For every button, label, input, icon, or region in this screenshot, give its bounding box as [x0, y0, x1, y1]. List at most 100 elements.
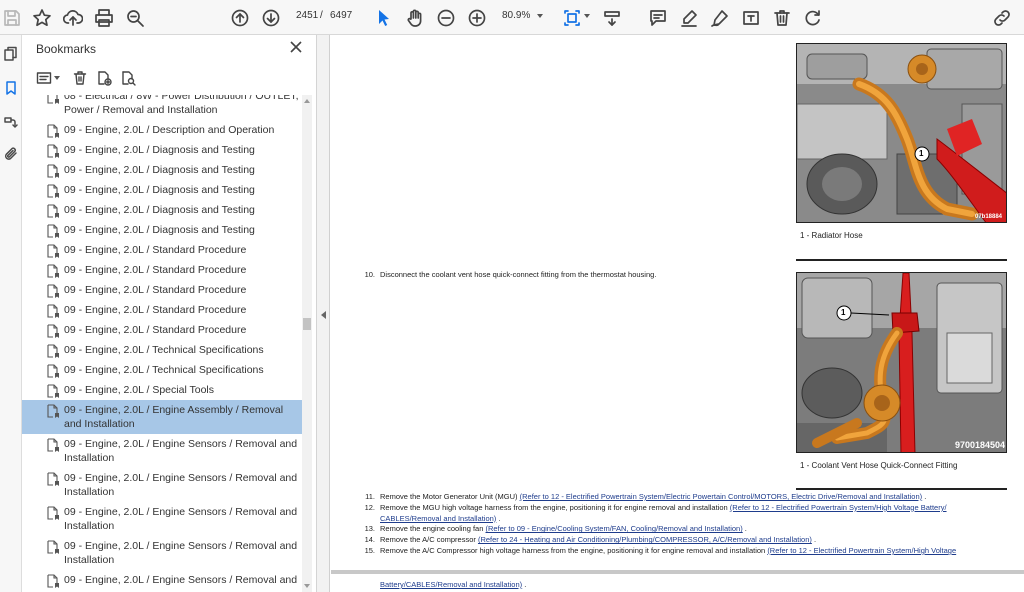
- section-divider: [796, 259, 1007, 261]
- bookmark-page-icon: [46, 472, 60, 487]
- bookmark-label: 09 - Engine, 2.0L / Engine Assembly / Re…: [64, 404, 284, 430]
- cross-reference-link[interactable]: (Refer to 09 - Engine/Cooling System/FAN…: [486, 524, 743, 533]
- bookmark-page-icon: [46, 124, 60, 139]
- previous-page-icon[interactable]: [228, 6, 252, 30]
- hand-tool-icon[interactable]: [403, 6, 427, 30]
- bookmark-item[interactable]: 09 - Engine, 2.0L / Diagnosis and Testin…: [22, 140, 302, 160]
- collapse-panel-icon[interactable]: [321, 311, 326, 319]
- zoom-in-icon[interactable]: [465, 6, 489, 30]
- bookmark-page-icon: [46, 204, 60, 219]
- document-view: 07b18884 1 1 - Radiator Hose 10. Disconne…: [331, 35, 1024, 592]
- add-bookmark-icon[interactable]: [96, 69, 112, 87]
- bookmark-item[interactable]: 08 - Electrical / 8W - Power Distributio…: [22, 95, 302, 120]
- bookmark-item[interactable]: 09 - Engine, 2.0L / Technical Specificat…: [22, 360, 302, 380]
- procedure-step: 14. Remove the A/C compressor (Refer to 2…: [361, 535, 817, 545]
- page-fit-dropdown-icon[interactable]: [584, 14, 590, 18]
- bookmark-item[interactable]: 09 - Engine, 2.0L / Engine Sensors / Rem…: [22, 502, 302, 536]
- edit-text-icon[interactable]: [739, 6, 763, 30]
- bookmark-item[interactable]: 09 - Engine, 2.0L / Standard Procedure: [22, 320, 302, 340]
- bookmark-scrollbar[interactable]: [302, 95, 312, 592]
- bookmark-label: 09 - Engine, 2.0L / Diagnosis and Testin…: [64, 144, 255, 156]
- panel-splitter[interactable]: [317, 35, 330, 592]
- close-icon[interactable]: [290, 40, 304, 54]
- bookmark-options-button[interactable]: [36, 69, 60, 87]
- procedure-step: 15. Remove the A/C Compressor high voltag…: [361, 546, 957, 555]
- page-thumbnails-icon[interactable]: [1, 44, 21, 64]
- bookmark-item[interactable]: 09 - Engine, 2.0L / Standard Procedure: [22, 280, 302, 300]
- step-text: Remove the Motor Generator Unit (MGU): [380, 492, 520, 501]
- bookmark-item[interactable]: 09 - Engine, 2.0L / Engine Sensors / Rem…: [22, 434, 302, 468]
- step-text: Remove the engine cooling fan: [380, 524, 486, 534]
- cross-reference-link[interactable]: Battery/CABLES/Removal and Installation): [380, 580, 522, 589]
- bookmark-page-icon: [46, 144, 60, 159]
- star-icon[interactable]: [30, 6, 54, 30]
- cross-reference-link[interactable]: (Refer to 12 - Electrified Powertrain Sy…: [730, 503, 947, 512]
- bookmark-item[interactable]: 09 - Engine, 2.0L / Diagnosis and Testin…: [22, 200, 302, 220]
- page-number-input[interactable]: 2451: [296, 10, 318, 21]
- bookmark-item[interactable]: 09 - Engine, 2.0L / Special Tools: [22, 380, 302, 400]
- layers-icon[interactable]: [1, 111, 21, 131]
- zoom-dropdown-icon[interactable]: [537, 14, 543, 18]
- bookmark-item[interactable]: 09 - Engine, 2.0L / Standard Procedure: [22, 300, 302, 320]
- step-tail: .: [811, 535, 817, 545]
- zoom-out-icon[interactable]: [434, 6, 458, 30]
- callout-number: 1: [841, 308, 846, 317]
- attachment-icon[interactable]: [1, 144, 21, 164]
- scroll-down-icon[interactable]: [304, 584, 310, 588]
- bookmark-label: 09 - Engine, 2.0L / Description and Oper…: [64, 124, 275, 136]
- comment-icon[interactable]: [646, 6, 670, 30]
- step-tail: .: [522, 580, 527, 589]
- figure-code: 07b18884: [975, 214, 1003, 220]
- bookmark-label: 09 - Engine, 2.0L / Diagnosis and Testin…: [64, 204, 255, 216]
- bookmark-page-icon: [46, 540, 60, 555]
- procedure-step: 13. Remove the engine cooling fan (Refer …: [361, 524, 747, 533]
- delete-bookmark-icon[interactable]: [72, 69, 88, 87]
- bookmark-item[interactable]: 09 - Engine, 2.0L / Diagnosis and Testin…: [22, 220, 302, 240]
- cross-reference-link[interactable]: (Refer to 12 - Electrified Powertrain Sy…: [520, 492, 923, 501]
- step-number: 15.: [364, 546, 375, 555]
- cloud-upload-icon[interactable]: [61, 6, 85, 30]
- zoom-search-icon[interactable]: [123, 6, 147, 30]
- bookmark-label: 09 - Engine, 2.0L / Standard Procedure: [64, 284, 247, 296]
- page-fit-icon[interactable]: [560, 6, 584, 30]
- figure-coolant-vent-hose: 9700184504 1: [796, 272, 1007, 453]
- bookmark-page-icon: [46, 344, 60, 359]
- cross-reference-link[interactable]: CABLES/Removal and Installation): [380, 514, 496, 523]
- read-mode-icon[interactable]: [600, 6, 624, 30]
- cross-reference-link[interactable]: (Refer to 24 - Heating and Air Condition…: [478, 535, 812, 544]
- bookmark-label: 09 - Engine, 2.0L / Technical Specificat…: [64, 364, 264, 376]
- cross-reference-link[interactable]: (Refer to 12 - Electrified Powertrain Sy…: [767, 546, 956, 555]
- bookmark-label: 09 - Engine, 2.0L / Diagnosis and Testin…: [64, 224, 255, 236]
- bookmark-label: 09 - Engine, 2.0L / Engine Sensors / Rem…: [64, 438, 298, 464]
- scroll-up-icon[interactable]: [304, 99, 310, 103]
- bookmark-item[interactable]: 09 - Engine, 2.0L / Technical Specificat…: [22, 340, 302, 360]
- print-icon[interactable]: [92, 6, 116, 30]
- bookmark-item[interactable]: 09 - Engine, 2.0L / Engine Assembly / Re…: [22, 400, 302, 434]
- bookmark-item[interactable]: 09 - Engine, 2.0L / Standard Procedure: [22, 240, 302, 260]
- delete-icon[interactable]: [770, 6, 794, 30]
- bookmark-item[interactable]: 09 - Engine, 2.0L / Diagnosis and Testin…: [22, 160, 302, 180]
- bookmark-item[interactable]: 09 - Engine, 2.0L / Engine Sensors / Rem…: [22, 468, 302, 502]
- scroll-thumb[interactable]: [303, 318, 311, 330]
- bookmark-page-icon: [46, 574, 60, 589]
- next-page-icon[interactable]: [259, 6, 283, 30]
- callout-number: 1: [919, 149, 924, 158]
- engine-illustration-2: [797, 273, 1006, 452]
- bookmark-item[interactable]: 09 - Engine, 2.0L / Description and Oper…: [22, 120, 302, 140]
- bookmark-icon[interactable]: [1, 78, 21, 98]
- bookmark-page-icon: [46, 164, 60, 179]
- bookmark-item[interactable]: 09 - Engine, 2.0L / Standard Procedure: [22, 260, 302, 280]
- draw-sign-icon[interactable]: [708, 6, 732, 30]
- find-bookmark-icon[interactable]: [120, 69, 136, 87]
- step-text: Remove the MGU high voltage harness from…: [380, 502, 730, 512]
- share-link-icon[interactable]: [990, 6, 1014, 30]
- save-icon[interactable]: [0, 6, 24, 30]
- bookmark-label: 08 - Electrical / 8W - Power Distributio…: [64, 95, 299, 116]
- bookmark-item[interactable]: 09 - Engine, 2.0L / Engine Sensors / Rem…: [22, 536, 302, 570]
- highlight-pen-icon[interactable]: [677, 6, 701, 30]
- rotate-icon[interactable]: [801, 6, 825, 30]
- select-cursor-icon[interactable]: [372, 6, 396, 30]
- bookmark-label: 09 - Engine, 2.0L / Engine Sensors / Rem…: [64, 472, 298, 498]
- bookmark-item[interactable]: 09 - Engine, 2.0L / Diagnosis and Testin…: [22, 180, 302, 200]
- bookmark-item[interactable]: 09 - Engine, 2.0L / Engine Sensors / Rem…: [22, 570, 302, 590]
